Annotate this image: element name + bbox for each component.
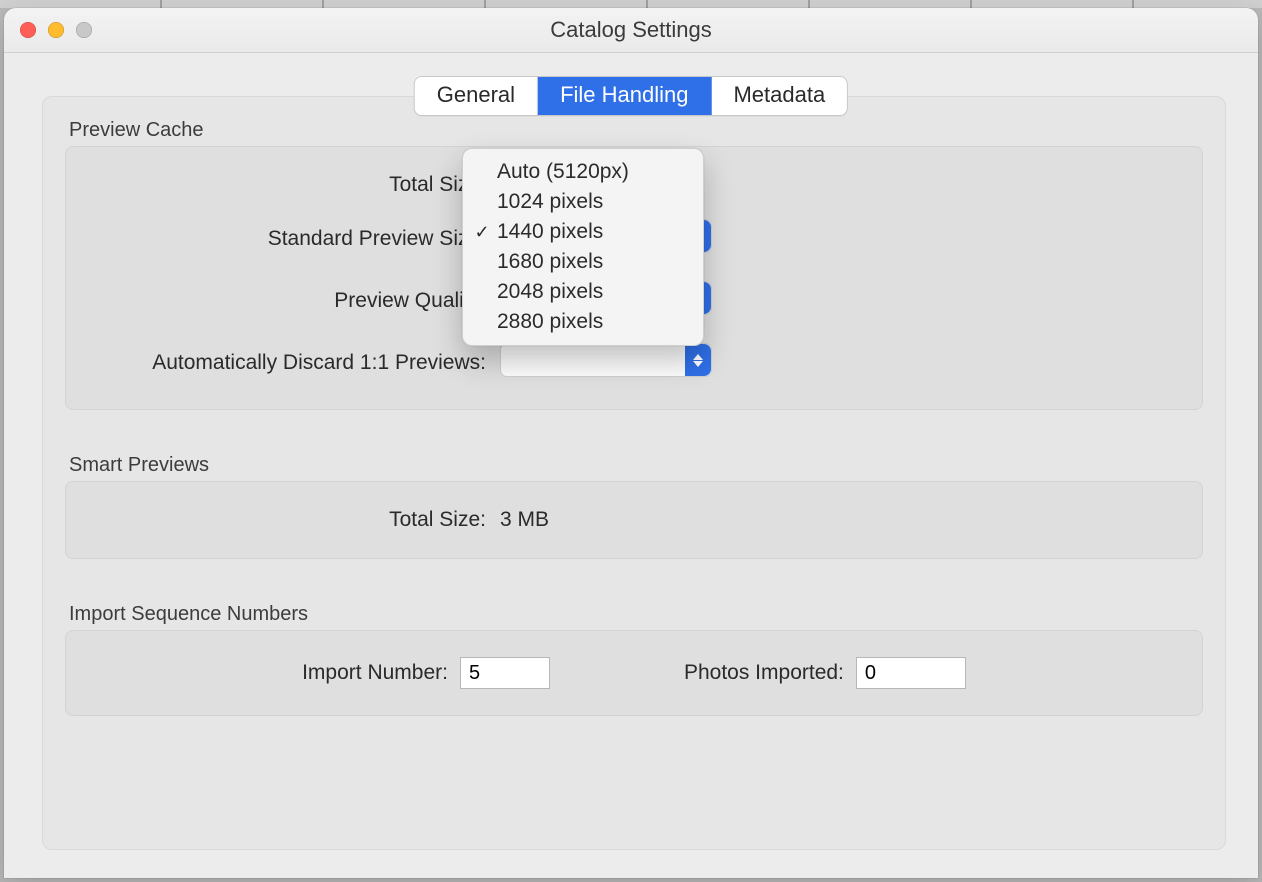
menu-standard-preview-size: ✓ Auto (5120px) ✓ 1024 pixels ✓ 1440 pix… bbox=[462, 148, 704, 346]
section-title-import-sequence: Import Sequence Numbers bbox=[69, 603, 1203, 626]
section-title-preview-cache: Preview Cache bbox=[69, 119, 1203, 142]
section-title-smart-previews: Smart Previews bbox=[69, 454, 1203, 477]
label-photos-imported: Photos Imported: bbox=[684, 661, 844, 685]
input-photos-imported[interactable] bbox=[856, 657, 966, 689]
background-thumb-strip bbox=[0, 0, 1262, 8]
section-body-smart-previews: Total Size: 3 MB bbox=[65, 481, 1203, 559]
menu-item-label: 1440 pixels bbox=[497, 220, 689, 244]
menu-item[interactable]: ✓ 1024 pixels bbox=[463, 187, 703, 217]
menu-item-label: 2048 pixels bbox=[497, 280, 689, 304]
menu-item-label: 2880 pixels bbox=[497, 310, 689, 334]
select-discard-previews[interactable] bbox=[500, 343, 712, 377]
menu-item[interactable]: ✓ 1440 pixels bbox=[463, 217, 703, 247]
section-import-sequence: Import Sequence Numbers Import Number: P… bbox=[65, 603, 1203, 716]
menu-item[interactable]: ✓ 2048 pixels bbox=[463, 277, 703, 307]
check-icon: ✓ bbox=[467, 222, 497, 243]
chevron-up-down-icon bbox=[685, 344, 711, 376]
menu-item[interactable]: ✓ 2880 pixels bbox=[463, 307, 703, 337]
window-title: Catalog Settings bbox=[4, 8, 1258, 52]
section-body-import-sequence: Import Number: Photos Imported: bbox=[65, 630, 1203, 716]
label-standard-preview-size: Standard Preview Size: bbox=[86, 227, 486, 251]
value-smart-total-size: 3 MB bbox=[500, 508, 1182, 532]
menu-item[interactable]: ✓ 1680 pixels bbox=[463, 247, 703, 277]
label-preview-quality: Preview Quality: bbox=[86, 289, 486, 313]
menu-item-label: 1024 pixels bbox=[497, 190, 689, 214]
menu-item[interactable]: ✓ Auto (5120px) bbox=[463, 157, 703, 187]
menu-item-label: 1680 pixels bbox=[497, 250, 689, 274]
tab-metadata[interactable]: Metadata bbox=[711, 77, 847, 115]
settings-window: Catalog Settings General File Handling M… bbox=[4, 8, 1258, 878]
menu-item-label: Auto (5120px) bbox=[497, 160, 689, 184]
label-import-number: Import Number: bbox=[302, 661, 448, 685]
label-total-size: Total Size: bbox=[86, 173, 486, 197]
tab-general[interactable]: General bbox=[415, 77, 538, 115]
tab-file-handling[interactable]: File Handling bbox=[538, 77, 711, 115]
section-smart-previews: Smart Previews Total Size: 3 MB bbox=[65, 454, 1203, 559]
input-import-number[interactable] bbox=[460, 657, 550, 689]
titlebar: Catalog Settings bbox=[4, 8, 1258, 53]
label-discard-previews: Automatically Discard 1:1 Previews: bbox=[86, 351, 486, 375]
label-smart-total-size: Total Size: bbox=[86, 508, 486, 532]
tab-bar: General File Handling Metadata bbox=[414, 76, 848, 116]
